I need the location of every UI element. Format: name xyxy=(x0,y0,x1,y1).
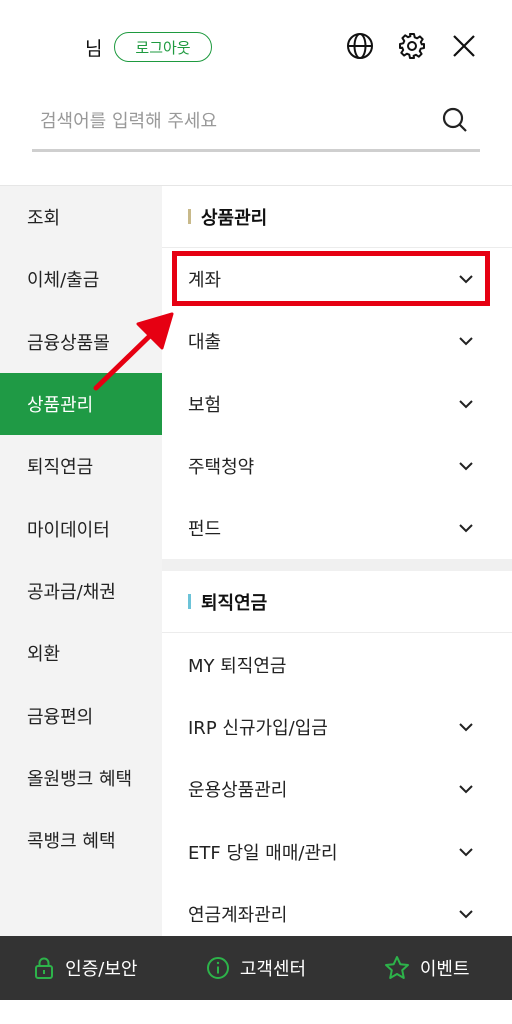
sidebar-item-product-mall[interactable]: 금융상품몰 xyxy=(0,311,162,373)
bottom-toolbar: 인증/보안 고객센터 이벤트 xyxy=(0,936,512,1000)
section-title-label: 퇴직연금 xyxy=(201,592,268,614)
section-divider xyxy=(162,559,512,572)
menu-item-label: ETF 당일 매매/관리 xyxy=(188,842,338,864)
category-sidebar: 조회 이체/출금 금융상품몰 상품관리 퇴직연금 마이데이터 공과금/채권 외환… xyxy=(0,185,162,936)
globe-icon[interactable] xyxy=(345,31,375,61)
logout-button[interactable]: 로그아웃 xyxy=(114,32,212,62)
event-label: 이벤트 xyxy=(419,959,470,980)
search-icon[interactable] xyxy=(440,105,470,135)
menu-item-label: 연금계좌관리 xyxy=(188,904,288,926)
app-screen: 님 로그아웃 검색어를 입력해 주세요 조회 이체/출금 금융상품몰 상품관리 … xyxy=(0,0,512,1024)
chevron-down-icon xyxy=(459,275,473,284)
menu-item-label: 보험 xyxy=(188,394,222,416)
section-title-pension: 퇴직연금 xyxy=(162,571,512,634)
menu-item-account[interactable]: 계좌 xyxy=(162,248,512,310)
sidebar-item-pension[interactable]: 퇴직연금 xyxy=(0,435,162,497)
menu-item-insurance[interactable]: 보험 xyxy=(162,373,512,435)
sidebar-item-inquiry[interactable]: 조회 xyxy=(0,186,162,248)
section-title-label: 상품관리 xyxy=(201,207,268,229)
auth-security-button[interactable]: 인증/보안 xyxy=(0,955,171,981)
customer-center-button[interactable]: 고객센터 xyxy=(171,955,342,981)
sidebar-item-utility-bonds[interactable]: 공과금/채권 xyxy=(0,560,162,622)
menu-item-label: IRP 신규가입/입금 xyxy=(188,717,328,739)
auth-security-label: 인증/보안 xyxy=(65,959,138,980)
star-icon xyxy=(384,956,409,979)
info-icon xyxy=(206,957,229,979)
chevron-down-icon xyxy=(459,847,473,856)
chevron-down-icon xyxy=(459,785,473,794)
sidebar-item-allone-benefits[interactable]: 올원뱅크 혜택 xyxy=(0,747,162,809)
section-title-product-management: 상품관리 xyxy=(162,186,512,248)
sidebar-item-mydata[interactable]: 마이데이터 xyxy=(0,497,162,559)
menu-item-housing-subscription[interactable]: 주택청약 xyxy=(162,435,512,497)
close-icon[interactable] xyxy=(449,31,479,61)
sidebar-item-transfer[interactable]: 이체/출금 xyxy=(0,248,162,310)
menu-item-label: 운용상품관리 xyxy=(188,780,288,802)
section-bar xyxy=(188,209,191,224)
menu-item-label: MY 퇴직연금 xyxy=(188,655,287,677)
menu-item-label: 주택청약 xyxy=(188,457,255,479)
search-input[interactable] xyxy=(40,103,420,139)
bottom-spacer xyxy=(0,1000,512,1024)
menu-item-loan[interactable]: 대출 xyxy=(162,310,512,372)
menu-item-etf-trading[interactable]: ETF 당일 매매/관리 xyxy=(162,820,512,882)
menu-item-investment-management[interactable]: 운용상품관리 xyxy=(162,758,512,820)
user-name-label: 님 xyxy=(85,38,103,60)
chevron-down-icon xyxy=(459,400,473,409)
menu-item-my-pension[interactable]: MY 퇴직연금 xyxy=(162,633,512,695)
menu-item-fund[interactable]: 펀드 xyxy=(162,497,512,559)
submenu-panel: 상품관리 계좌 대출 보험 주택청약 펀드 퇴직연금 MY 퇴직연금 IRP 신… xyxy=(162,185,512,936)
chevron-down-icon xyxy=(459,723,473,732)
search-bar xyxy=(32,97,480,152)
menu-header: 님 로그아웃 xyxy=(0,0,512,185)
event-button[interactable]: 이벤트 xyxy=(341,955,512,981)
section-bar xyxy=(188,594,191,610)
lock-icon xyxy=(35,957,54,979)
sidebar-item-kok-benefits[interactable]: 콕뱅크 혜택 xyxy=(0,809,162,871)
chevron-down-icon xyxy=(459,910,473,919)
menu-item-label: 펀드 xyxy=(188,519,222,541)
customer-center-label: 고객센터 xyxy=(239,959,307,980)
chevron-down-icon xyxy=(459,337,473,346)
sidebar-item-foreign-exchange[interactable]: 외환 xyxy=(0,622,162,684)
menu-item-label: 대출 xyxy=(188,332,222,354)
chevron-down-icon xyxy=(459,524,473,533)
menu-item-irp-signup[interactable]: IRP 신규가입/입금 xyxy=(162,696,512,758)
gear-icon[interactable] xyxy=(397,31,427,61)
sidebar-item-product-management[interactable]: 상품관리 xyxy=(0,372,162,436)
chevron-down-icon xyxy=(459,462,473,471)
menu-item-label: 계좌 xyxy=(188,270,222,292)
sidebar-item-financial-convenience[interactable]: 금융편의 xyxy=(0,684,162,746)
